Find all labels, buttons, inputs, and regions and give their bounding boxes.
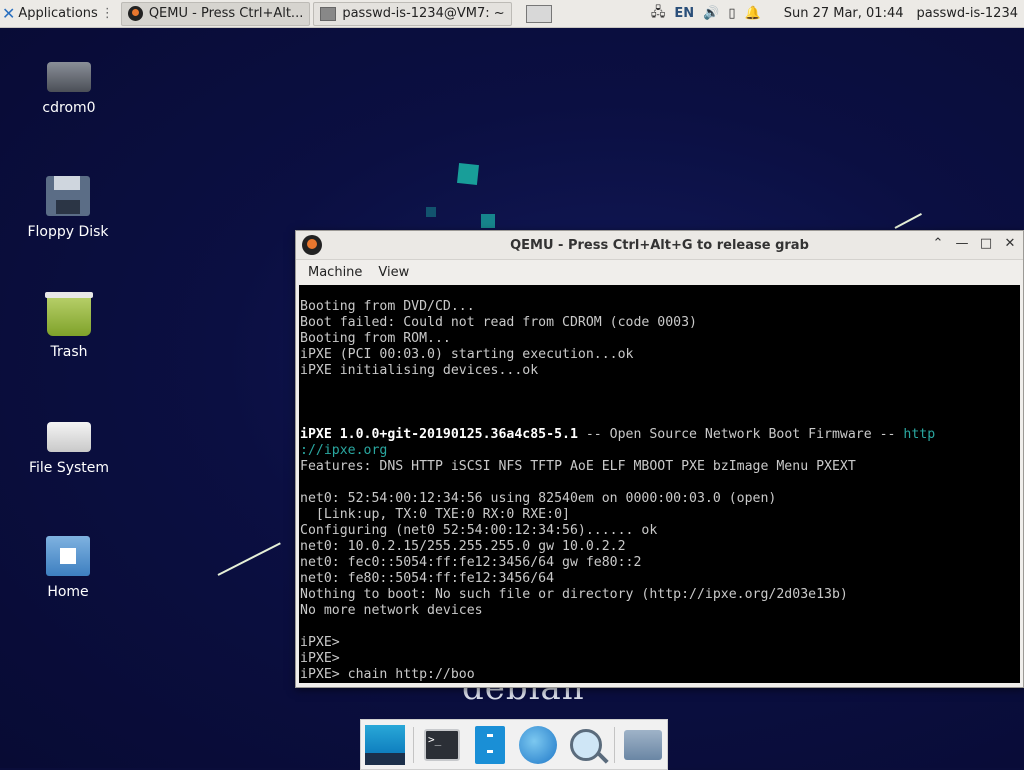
qemu-icon: [127, 6, 143, 21]
console-output: Booting from DVD/CD... Boot failed: Could…: [299, 285, 1020, 683]
web-browser-icon: [519, 725, 557, 764]
dock: >_: [360, 719, 668, 770]
vm-console-screen[interactable]: Booting from DVD/CD... Boot failed: Could…: [299, 285, 1020, 683]
applications-label: Applications: [18, 6, 98, 21]
console-line: Features: DNS HTTP iSCSI NFS TFTP AoE EL…: [300, 459, 856, 474]
app-finder-icon: [570, 728, 602, 761]
menu-view[interactable]: View: [372, 263, 415, 282]
minimize-icon[interactable]: —: [955, 236, 969, 251]
console-line: iPXE>: [300, 651, 340, 666]
xfce-logo-icon: ✕: [2, 4, 16, 23]
volume-icon[interactable]: 🔊: [703, 6, 719, 21]
console-line: [Link:up, TX:0 TXE:0 RX:0 RXE:0]: [300, 507, 570, 522]
console-line: ://ipxe.org: [300, 443, 388, 458]
notifications-bell-icon[interactable]: 🔔: [745, 6, 761, 21]
system-tray: 🖧 EN 🔊 ▯ 🔔 Sun 27 Mar, 01:44 passwd-is-1…: [651, 3, 1024, 25]
taskbar-item-terminal[interactable]: passwd-is-1234@VM7: ~: [313, 1, 512, 26]
window-titlebar[interactable]: QEMU - Press Ctrl+Alt+G to release grab …: [296, 231, 1023, 260]
console-line: No more network devices: [300, 603, 483, 618]
wallpaper-decoration: [217, 542, 281, 576]
desktop-icon-cdrom0[interactable]: cdrom0: [14, 56, 124, 116]
console-line: iPXE> chain http://boo: [300, 667, 475, 682]
dock-terminal[interactable]: >_: [420, 723, 464, 767]
terminal-icon: [320, 6, 337, 21]
terminal-icon: >_: [424, 728, 460, 761]
console-line: net0: 10.0.2.15/255.255.255.0 gw 10.0.2.…: [300, 539, 626, 554]
file-manager-icon: [475, 725, 505, 764]
console-line: Booting from ROM...: [300, 331, 451, 346]
show-desktop-icon: [365, 724, 405, 765]
folder-icon: [624, 729, 662, 760]
console-line: iPXE (PCI 00:03.0) starting execution...…: [300, 347, 634, 362]
hard-drive-icon: [47, 422, 91, 452]
workspace-switcher[interactable]: [525, 4, 552, 23]
battery-icon[interactable]: ▯: [728, 6, 735, 21]
user-menu[interactable]: passwd-is-1234: [917, 6, 1019, 21]
clock[interactable]: Sun 27 Mar, 01:44: [784, 6, 904, 21]
close-icon[interactable]: ✕: [1003, 236, 1017, 251]
desktop-icon-file-system[interactable]: File System: [14, 416, 124, 476]
wallpaper-decoration: [481, 214, 495, 228]
maximize-icon[interactable]: □: [979, 236, 993, 251]
menu-machine[interactable]: Machine: [302, 263, 368, 282]
applications-menu-button[interactable]: ✕ Applications ⋮: [0, 0, 118, 27]
wallpaper-decoration: [457, 163, 479, 185]
console-line: iPXE initialising devices...ok: [300, 363, 539, 378]
desktop-icon-label: Trash: [50, 344, 88, 360]
dock-web-browser[interactable]: [516, 723, 560, 767]
separator-icon: ⋮: [100, 6, 114, 21]
qemu-window[interactable]: QEMU - Press Ctrl+Alt+G to release grab …: [295, 230, 1024, 688]
wallpaper-decoration: [894, 213, 922, 229]
console-line: net0: 52:54:00:12:34:56 using 82540em on…: [300, 491, 777, 506]
desktop-icon-label: cdrom0: [42, 100, 96, 116]
floppy-disk-icon: [46, 176, 90, 216]
console-line: Configuring (net0 52:54:00:12:34:56)....…: [300, 523, 658, 538]
window-title: QEMU - Press Ctrl+Alt+G to release grab: [510, 237, 809, 253]
desktop-icon-label: Floppy Disk: [27, 224, 109, 240]
wallpaper-decoration: [426, 207, 436, 217]
desktop-icon-trash[interactable]: Trash: [14, 292, 124, 360]
desktop-icon-floppy-disk[interactable]: Floppy Disk: [13, 176, 123, 240]
dock-file-manager[interactable]: [468, 723, 512, 767]
desktop-icon-label: Home: [47, 584, 89, 600]
optical-drive-icon: [47, 62, 91, 92]
console-line: net0: fec0::5054:ff:fe12:3456/64 gw fe80…: [300, 555, 642, 570]
taskbar-item-label: passwd-is-1234@VM7: ~: [342, 6, 505, 21]
desktop-icon-label: File System: [28, 460, 110, 476]
home-folder-icon: [46, 536, 90, 576]
dock-show-desktop[interactable]: [363, 723, 407, 767]
dock-separator: [413, 726, 414, 763]
console-line: Nothing to boot: No such file or directo…: [300, 587, 848, 602]
trash-icon: [45, 292, 93, 336]
keyboard-layout-indicator[interactable]: EN: [674, 6, 694, 21]
console-line: Booting from DVD/CD...: [300, 299, 475, 314]
menu-bar: Machine View: [296, 260, 1023, 285]
taskbar-item-label: QEMU - Press Ctrl+Alt...: [148, 6, 304, 21]
console-line: net0: fe80::5054:ff:fe12:3456/64: [300, 571, 555, 586]
top-panel: ✕ Applications ⋮ QEMU - Press Ctrl+Alt..…: [0, 0, 1024, 28]
console-line: Boot failed: Could not read from CDROM (…: [300, 315, 697, 330]
shade-window-icon[interactable]: ⌃: [931, 236, 945, 251]
taskbar-item-qemu[interactable]: QEMU - Press Ctrl+Alt...: [120, 1, 311, 26]
dock-app-finder[interactable]: [564, 723, 608, 767]
desktop-icon-home[interactable]: Home: [13, 536, 123, 600]
console-line: iPXE 1.0.0+git-20190125.36a4c85-5.1 -- O…: [300, 427, 936, 442]
dock-folder[interactable]: [621, 723, 665, 767]
dock-separator: [614, 726, 615, 763]
network-icon[interactable]: 🖧: [651, 3, 666, 25]
console-line: iPXE>: [300, 635, 340, 650]
